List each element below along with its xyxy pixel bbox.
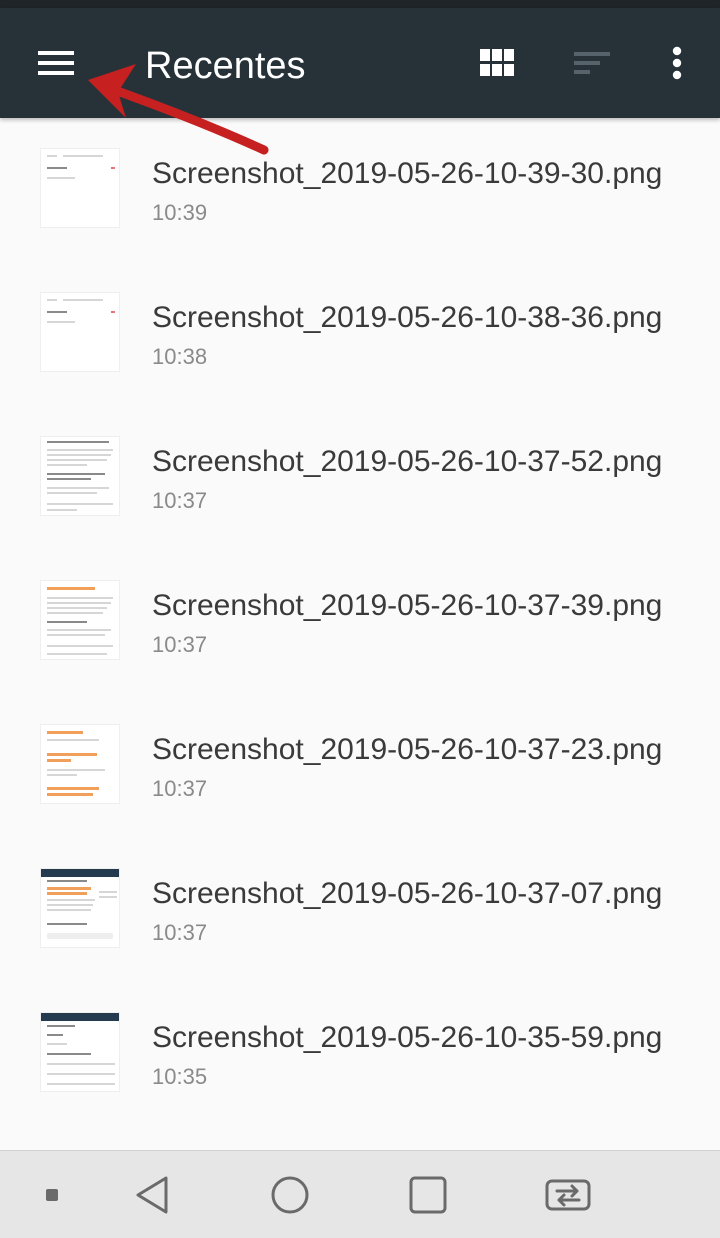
file-name: Screenshot_2019-05-26-10-37-07.png (152, 877, 663, 910)
recents-icon[interactable] (404, 1173, 452, 1217)
file-row[interactable]: Screenshot_2019-05-26-10-37-39.png 10:37 (0, 550, 720, 694)
back-icon[interactable] (128, 1173, 176, 1217)
file-row[interactable]: Screenshot_2019-05-26-10-37-07.png 10:37 (0, 838, 720, 982)
app-bar: Recentes (0, 8, 720, 118)
file-row[interactable]: Screenshot_2019-05-26-10-37-52.png 10:37 (0, 406, 720, 550)
file-thumbnail (40, 1012, 120, 1092)
more-vert-icon[interactable] (660, 42, 694, 84)
file-time: 10:38 (152, 344, 208, 369)
file-thumbnail (40, 580, 120, 660)
file-row[interactable]: Screenshot_2019-05-26-10-39-30.png 10:39 (0, 118, 720, 262)
file-thumbnail (40, 724, 120, 804)
status-bar (0, 0, 720, 8)
file-row[interactable]: Screenshot_2019-05-26-10-38-36.png 10:38 (0, 262, 720, 406)
file-name: Screenshot_2019-05-26-10-37-52.png (152, 445, 663, 478)
file-name: Screenshot_2019-05-26-10-37-39.png (152, 589, 663, 622)
menu-icon[interactable] (30, 37, 82, 89)
file-time: 10:37 (152, 632, 208, 657)
file-time: 10:37 (152, 488, 208, 513)
system-nav-bar (0, 1150, 720, 1238)
switch-apps-icon[interactable] (540, 1173, 596, 1217)
small-square-icon[interactable] (40, 1173, 64, 1217)
home-icon[interactable] (266, 1173, 314, 1217)
sort-icon[interactable] (570, 42, 614, 84)
file-time: 10:39 (152, 200, 208, 225)
file-time: 10:37 (152, 776, 208, 801)
file-thumbnail (40, 292, 120, 372)
file-row[interactable]: Screenshot_2019-05-26-10-35-59.png 10:35 (0, 982, 720, 1126)
file-time: 10:35 (152, 1064, 208, 1089)
grid-view-icon[interactable] (476, 42, 518, 84)
file-thumbnail (40, 436, 120, 516)
file-row[interactable]: Screenshot_2019-05-26-10-37-23.png 10:37 (0, 694, 720, 838)
file-name: Screenshot_2019-05-26-10-37-23.png (152, 733, 663, 766)
file-name: Screenshot_2019-05-26-10-38-36.png (152, 301, 663, 334)
file-name: Screenshot_2019-05-26-10-39-30.png (152, 157, 663, 190)
file-thumbnail (40, 868, 120, 948)
file-name: Screenshot_2019-05-26-10-35-59.png (152, 1021, 663, 1054)
recent-files-list: Screenshot_2019-05-26-10-39-30.png 10:39… (0, 118, 720, 1150)
file-time: 10:37 (152, 920, 208, 945)
page-title: Recentes (145, 45, 306, 87)
file-thumbnail (40, 148, 120, 228)
